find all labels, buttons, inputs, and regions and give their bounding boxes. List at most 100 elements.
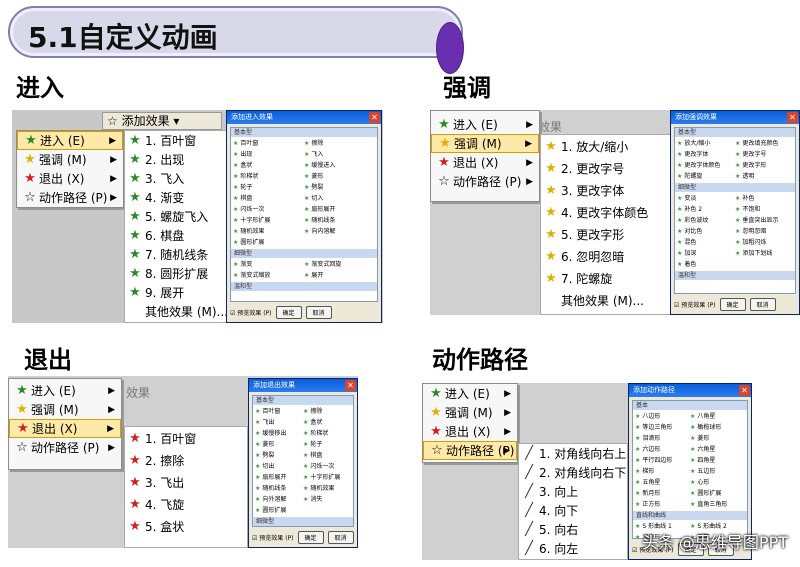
close-icon[interactable]: ✕ [787,112,798,123]
effect-option[interactable]: 菱形 [690,433,745,444]
more-effects-item[interactable]: 其他效果 (M)... [125,302,231,321]
effect-option[interactable]: 透明 [735,171,793,182]
submenu-item[interactable]: ★ 7. 随机线条 [125,245,231,264]
preview-checkbox[interactable]: ☑ 预览效果 (P) [252,533,294,542]
submenu-item[interactable]: ★ 5. 螺旋飞入 [125,207,231,226]
effect-option[interactable]: 更改字体颜色 [677,160,735,171]
effect-option[interactable]: 随机线条 [304,215,375,226]
effect-option[interactable]: 更改字号 [735,149,793,160]
menu-item-path[interactable]: ☆ 动作路径 (P) ▶ [9,438,121,457]
submenu-item[interactable]: ★ 4. 渐变 [125,188,231,207]
effect-option[interactable]: 六角星 [690,444,745,455]
close-icon[interactable]: ✕ [739,385,750,396]
ok-button[interactable]: 确定 [297,531,324,544]
menu-item-path[interactable]: ☆ 动作路径 (P) ▶ [423,441,517,460]
effect-option[interactable]: 直角三角形 [690,499,745,510]
effect-option[interactable]: 擦除 [303,406,351,417]
effect-option[interactable]: 着色 [677,259,735,270]
menu-item-emphasis[interactable]: ★ 强调 (M) ▶ [9,400,121,419]
effect-option[interactable]: 橄榄球形 [690,422,745,433]
effect-option[interactable]: 百叶窗 [255,406,303,417]
effect-option[interactable]: 百叶窗 [233,138,304,149]
preview-checkbox[interactable]: ☑ 预览效果 (P) [674,300,716,309]
effect-option[interactable]: 盒状 [303,417,351,428]
effect-option[interactable]: 放大/缩小 [677,138,735,149]
effect-option[interactable]: 更改字体 [677,149,735,160]
effect-option[interactable]: 垂直突出显示 [735,215,793,226]
effect-option[interactable]: 六边形 [635,444,690,455]
effect-option[interactable]: 棋盘 [303,450,351,461]
effect-option[interactable]: 切出 [255,461,303,472]
ok-button[interactable]: 确定 [275,306,302,319]
effect-option[interactable]: 泪滴形 [635,433,690,444]
menu-item-enter[interactable]: ★ 进入 (E) ▶ [17,131,123,150]
effect-option[interactable]: 更改填充颜色 [735,138,793,149]
effect-option[interactable]: 加粗闪烁 [735,237,793,248]
effect-option[interactable]: 陀螺旋 [677,171,735,182]
effect-option[interactable]: 忽明忽暗 [735,226,793,237]
effect-option[interactable]: 菱形 [304,171,375,182]
effect-option[interactable]: 渐变式缩放 [233,270,304,281]
submenu-item[interactable]: ╱ 3. 向上 [519,482,627,501]
effect-option[interactable]: 对比色 [677,226,735,237]
menu-item-exit[interactable]: ★ 退出 (X) ▶ [431,153,539,172]
effect-option[interactable]: 等边三角形 [635,422,690,433]
effect-option[interactable]: 梯形 [635,466,690,477]
submenu-item[interactable]: ★ 3. 飞出 [125,471,247,493]
effect-option[interactable]: 变淡 [677,193,735,204]
effect-option[interactable]: 切入 [304,193,375,204]
effect-option[interactable]: 圆形扩展 [233,237,304,248]
menu-item-enter[interactable]: ★ 进入 (E) ▶ [431,115,539,134]
effect-option[interactable]: 四角星 [690,455,745,466]
menu-item-emphasis[interactable]: ★ 强调 (M) ▶ [17,150,123,169]
effect-option[interactable]: 消失 [303,494,351,505]
effect-option[interactable]: 扇形展开 [304,204,375,215]
effect-option[interactable]: 劈裂 [304,182,375,193]
effect-option[interactable]: 棋盘 [233,193,304,204]
effect-option[interactable]: 五角星 [635,477,690,488]
submenu-item[interactable]: ★ 1. 百叶窗 [125,131,231,150]
menu-item-path[interactable]: ☆ 动作路径 (P) ▶ [17,188,123,207]
preview-checkbox[interactable]: ☑ 预览效果 (P) [230,308,272,317]
submenu-item[interactable]: ╱ 2. 对角线向右下 [519,463,627,482]
effect-option[interactable]: 轮子 [233,182,304,193]
effect-option[interactable]: 随机线条 [255,483,303,494]
effect-option[interactable]: 劈裂 [255,450,303,461]
effect-option[interactable]: 渐变式回旋 [304,259,375,270]
effect-option[interactable]: 圆形扩展 [255,505,303,516]
submenu-item[interactable]: ★ 1. 百叶窗 [125,427,247,449]
effect-option[interactable]: 十字形扩展 [233,215,304,226]
effect-option[interactable]: 向内溶解 [304,226,375,237]
submenu-item[interactable]: ★ 6. 棋盘 [125,226,231,245]
effect-option[interactable]: 缓慢移出 [255,428,303,439]
effect-option[interactable]: 八边形 [635,411,690,422]
effect-option[interactable]: 更改字形 [735,160,793,171]
more-effects-item[interactable]: 其他效果 (M)... [541,289,671,311]
submenu-item[interactable]: ★ 3. 飞入 [125,169,231,188]
effect-option[interactable]: 正方形 [635,499,690,510]
effect-option[interactable]: 阶梯状 [233,171,304,182]
effect-option[interactable]: 盒状 [233,160,304,171]
effect-option[interactable]: 随机效果 [233,226,304,237]
submenu-item[interactable]: ★ 4. 飞旋 [125,493,247,515]
submenu-item[interactable]: ╱ 6. 向左 [519,539,627,558]
effect-option[interactable]: 飞入 [304,149,375,160]
effect-option[interactable]: 添加下划线 [735,248,793,259]
effect-option[interactable]: 出现 [233,149,304,160]
submenu-item[interactable]: ★ 8. 圆形扩展 [125,264,231,283]
effect-option[interactable]: 彩色波纹 [677,215,735,226]
close-icon[interactable]: ✕ [345,380,356,391]
submenu-item[interactable]: ╱ 4. 向下 [519,501,627,520]
effect-option[interactable]: 平行四边形 [635,455,690,466]
submenu-item[interactable]: ★ 1. 放大/缩小 [541,135,671,157]
submenu-item[interactable]: ★ 4. 更改字体颜色 [541,201,671,223]
effect-option[interactable]: 菱形 [255,439,303,450]
menu-item-path[interactable]: ☆ 动作路径 (P) ▶ [431,172,539,191]
submenu-item[interactable]: ★ 2. 出现 [125,150,231,169]
submenu-item[interactable]: ★ 7. 陀螺旋 [541,267,671,289]
submenu-item[interactable]: ★ 5. 盒状 [125,515,247,537]
effect-option[interactable]: 加深 [677,248,735,259]
submenu-item[interactable]: ★ 2. 更改字号 [541,157,671,179]
submenu-item[interactable]: ★ 2. 擦除 [125,449,247,471]
menu-item-enter[interactable]: ★ 进入 (E) ▶ [423,384,517,403]
